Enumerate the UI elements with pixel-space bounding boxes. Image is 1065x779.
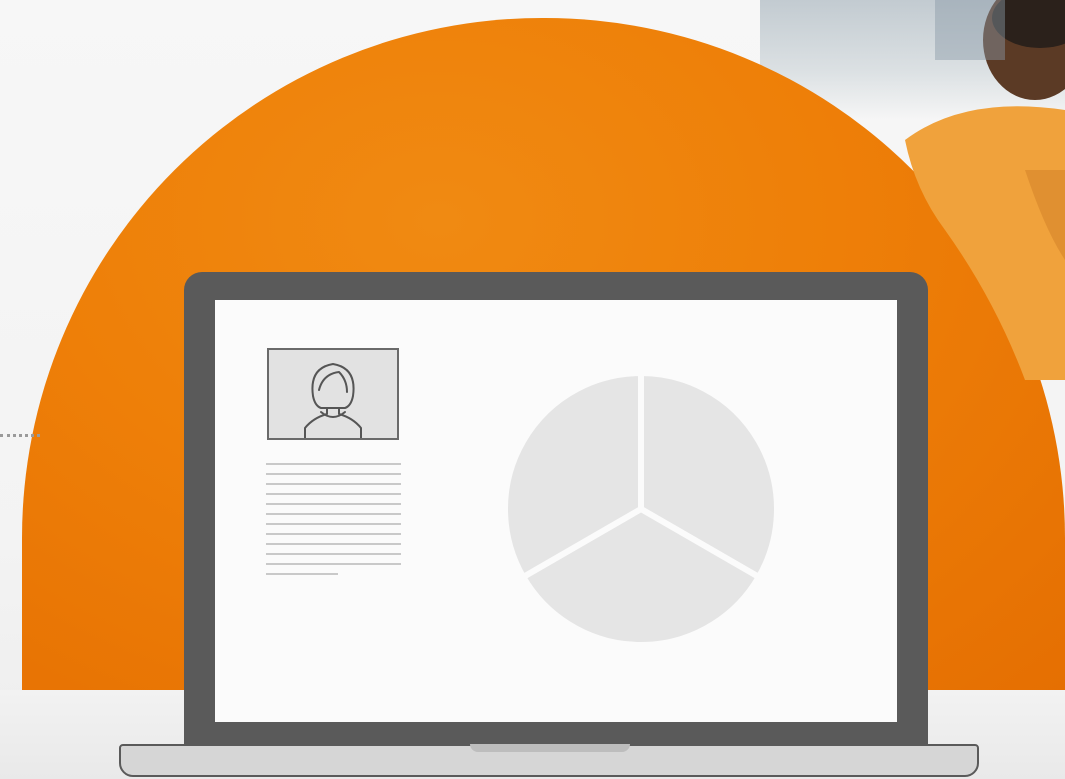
laptop-hinge-notch (470, 744, 630, 752)
hero-illustration (0, 0, 1065, 779)
text-line (266, 463, 401, 465)
text-line (266, 473, 401, 475)
text-line (266, 573, 338, 575)
user-avatar-icon (304, 363, 362, 439)
dotted-connector (0, 434, 40, 437)
text-line (266, 493, 401, 495)
text-line (266, 483, 401, 485)
profile-photo-placeholder (267, 348, 399, 440)
text-line (266, 563, 401, 565)
text-line (266, 543, 401, 545)
text-line (266, 503, 401, 505)
text-line (266, 513, 401, 515)
text-line (266, 523, 401, 525)
pie-chart-icon (503, 371, 779, 647)
text-line (266, 553, 401, 555)
profile-text-block (266, 463, 401, 583)
text-line (266, 533, 401, 535)
